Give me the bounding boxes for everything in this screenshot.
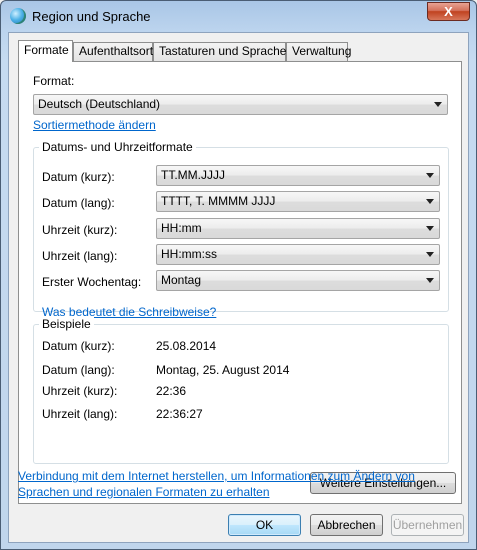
- datetime-formats-group: Datums- und Uhrzeitformate Datum (kurz):…: [33, 140, 449, 319]
- example-time-short-value: 22:36: [156, 384, 187, 398]
- tab-verwaltung[interactable]: Verwaltung: [286, 42, 351, 61]
- format-select[interactable]: Deutsch (Deutschland): [33, 94, 448, 115]
- example-date-long-value: Montag, 25. August 2014: [156, 363, 290, 377]
- close-button[interactable]: X: [427, 2, 470, 21]
- example-time-long-value: 22:36:27: [156, 407, 203, 421]
- example-date-short-label: Datum (kurz):: [42, 339, 115, 353]
- internet-info-link-line1[interactable]: Verbindung mit dem Internet herstellen, …: [18, 469, 415, 483]
- sort-method-link[interactable]: Sortiermethode ändern: [33, 118, 156, 132]
- time-short-value: HH:mm: [161, 221, 202, 235]
- chevron-down-icon: [434, 102, 442, 107]
- time-long-select[interactable]: HH:mm:ss: [156, 244, 440, 265]
- title-bar[interactable]: Region und Sprache X: [1, 1, 476, 31]
- apply-button[interactable]: Übernehmen: [391, 514, 464, 536]
- date-short-select[interactable]: TT.MM.JJJJ: [156, 165, 440, 186]
- example-date-short-value: 25.08.2014: [156, 339, 217, 353]
- example-date-long-label: Datum (lang):: [42, 363, 115, 377]
- chevron-down-icon: [426, 226, 434, 231]
- date-short-value: TT.MM.JJJJ: [161, 168, 225, 182]
- time-long-label: Uhrzeit (lang):: [42, 249, 118, 263]
- datetime-formats-title: Datums- und Uhrzeitformate: [39, 140, 196, 154]
- first-weekday-select[interactable]: Montag: [156, 270, 440, 291]
- time-short-label: Uhrzeit (kurz):: [42, 223, 118, 237]
- dialog-client-area: Formate Aufenthaltsort Tastaturen und Sp…: [8, 32, 469, 543]
- time-long-value: HH:mm:ss: [161, 247, 217, 261]
- date-short-label: Datum (kurz):: [42, 170, 115, 184]
- ok-button[interactable]: OK: [228, 514, 301, 536]
- tab-formate[interactable]: Formate: [18, 40, 73, 62]
- chevron-down-icon: [426, 173, 434, 178]
- chevron-down-icon: [426, 199, 434, 204]
- date-long-value: TTTT, T. MMMM JJJJ: [161, 194, 276, 208]
- tab-tastaturen-und-sprachen[interactable]: Tastaturen und Sprachen: [153, 42, 293, 61]
- example-time-short-label: Uhrzeit (kurz):: [42, 384, 118, 398]
- globe-icon: [10, 8, 26, 24]
- tab-aufenthaltsort[interactable]: Aufenthaltsort: [73, 42, 153, 61]
- time-short-select[interactable]: HH:mm: [156, 218, 440, 239]
- cancel-button[interactable]: Abbrechen: [310, 514, 383, 536]
- chevron-down-icon: [426, 252, 434, 257]
- format-label: Format:: [33, 74, 75, 88]
- dialog-window: Region und Sprache X Formate Aufenthalts…: [0, 0, 477, 550]
- examples-group: Beispiele Datum (kurz): 25.08.2014 Datum…: [33, 317, 449, 464]
- chevron-down-icon: [426, 278, 434, 283]
- date-long-label: Datum (lang):: [42, 196, 115, 210]
- first-weekday-value: Montag: [161, 273, 202, 287]
- examples-title: Beispiele: [39, 317, 94, 331]
- format-select-value: Deutsch (Deutschland): [38, 97, 161, 111]
- window-title: Region und Sprache: [32, 9, 151, 24]
- first-weekday-label: Erster Wochentag:: [42, 275, 142, 289]
- example-time-long-label: Uhrzeit (lang):: [42, 407, 118, 421]
- date-long-select[interactable]: TTTT, T. MMMM JJJJ: [156, 191, 440, 212]
- tab-panel-formate: Format: Deutsch (Deutschland) Sortiermet…: [18, 61, 462, 504]
- internet-info-link-line2[interactable]: Sprachen und regionalen Formaten zu erha…: [18, 485, 270, 499]
